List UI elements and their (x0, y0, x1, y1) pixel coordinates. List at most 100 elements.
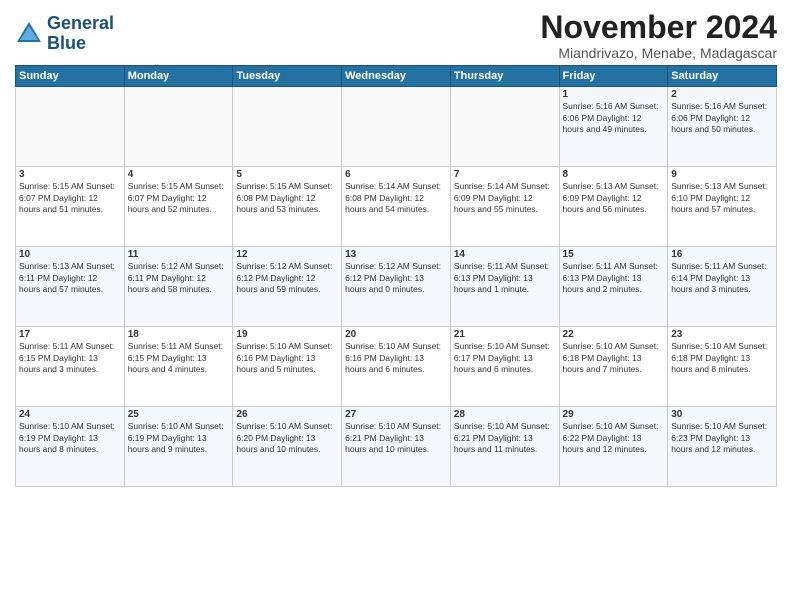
calendar-cell: 17Sunrise: 5:11 AM Sunset: 6:15 PM Dayli… (16, 327, 125, 407)
cell-info: Sunrise: 5:11 AM Sunset: 6:15 PM Dayligh… (19, 341, 121, 375)
calendar-cell: 22Sunrise: 5:10 AM Sunset: 6:18 PM Dayli… (559, 327, 668, 407)
page-container: General Blue November 2024 Miandrivazo, … (0, 0, 792, 497)
day-number: 9 (671, 169, 773, 180)
logo-icon (15, 20, 43, 48)
cell-info: Sunrise: 5:11 AM Sunset: 6:13 PM Dayligh… (454, 261, 556, 295)
cell-info: Sunrise: 5:11 AM Sunset: 6:13 PM Dayligh… (563, 261, 665, 295)
cell-info: Sunrise: 5:16 AM Sunset: 6:06 PM Dayligh… (563, 101, 665, 135)
calendar-cell: 9Sunrise: 5:13 AM Sunset: 6:10 PM Daylig… (668, 167, 777, 247)
cell-info: Sunrise: 5:13 AM Sunset: 6:11 PM Dayligh… (19, 261, 121, 295)
day-number: 15 (563, 249, 665, 260)
title-block: November 2024 Miandrivazo, Menabe, Madag… (540, 10, 777, 61)
cell-info: Sunrise: 5:10 AM Sunset: 6:21 PM Dayligh… (454, 421, 556, 455)
calendar-cell: 4Sunrise: 5:15 AM Sunset: 6:07 PM Daylig… (124, 167, 233, 247)
day-number: 13 (345, 249, 447, 260)
calendar-cell: 7Sunrise: 5:14 AM Sunset: 6:09 PM Daylig… (450, 167, 559, 247)
calendar-cell: 12Sunrise: 5:12 AM Sunset: 6:12 PM Dayli… (233, 247, 342, 327)
cell-info: Sunrise: 5:10 AM Sunset: 6:18 PM Dayligh… (671, 341, 773, 375)
day-number: 30 (671, 409, 773, 420)
weekday-header: Saturday (668, 66, 777, 87)
calendar-week-row: 17Sunrise: 5:11 AM Sunset: 6:15 PM Dayli… (16, 327, 777, 407)
calendar-cell (450, 87, 559, 167)
calendar-week-row: 1Sunrise: 5:16 AM Sunset: 6:06 PM Daylig… (16, 87, 777, 167)
day-number: 25 (128, 409, 230, 420)
calendar-cell: 3Sunrise: 5:15 AM Sunset: 6:07 PM Daylig… (16, 167, 125, 247)
calendar-week-row: 24Sunrise: 5:10 AM Sunset: 6:19 PM Dayli… (16, 407, 777, 487)
calendar-cell: 23Sunrise: 5:10 AM Sunset: 6:18 PM Dayli… (668, 327, 777, 407)
day-number: 4 (128, 169, 230, 180)
calendar-cell: 6Sunrise: 5:14 AM Sunset: 6:08 PM Daylig… (342, 167, 451, 247)
cell-info: Sunrise: 5:14 AM Sunset: 6:09 PM Dayligh… (454, 181, 556, 215)
cell-info: Sunrise: 5:10 AM Sunset: 6:20 PM Dayligh… (236, 421, 338, 455)
calendar-table: SundayMondayTuesdayWednesdayThursdayFrid… (15, 65, 777, 487)
day-number: 22 (563, 329, 665, 340)
day-number: 16 (671, 249, 773, 260)
cell-info: Sunrise: 5:15 AM Sunset: 6:07 PM Dayligh… (19, 181, 121, 215)
day-number: 8 (563, 169, 665, 180)
cell-info: Sunrise: 5:10 AM Sunset: 6:18 PM Dayligh… (563, 341, 665, 375)
calendar-cell: 25Sunrise: 5:10 AM Sunset: 6:19 PM Dayli… (124, 407, 233, 487)
cell-info: Sunrise: 5:10 AM Sunset: 6:23 PM Dayligh… (671, 421, 773, 455)
calendar-cell: 1Sunrise: 5:16 AM Sunset: 6:06 PM Daylig… (559, 87, 668, 167)
day-number: 6 (345, 169, 447, 180)
day-number: 19 (236, 329, 338, 340)
calendar-cell: 15Sunrise: 5:11 AM Sunset: 6:13 PM Dayli… (559, 247, 668, 327)
day-number: 28 (454, 409, 556, 420)
calendar-cell: 27Sunrise: 5:10 AM Sunset: 6:21 PM Dayli… (342, 407, 451, 487)
weekday-header: Monday (124, 66, 233, 87)
day-number: 24 (19, 409, 121, 420)
weekday-header: Thursday (450, 66, 559, 87)
calendar-cell: 10Sunrise: 5:13 AM Sunset: 6:11 PM Dayli… (16, 247, 125, 327)
cell-info: Sunrise: 5:10 AM Sunset: 6:17 PM Dayligh… (454, 341, 556, 375)
calendar-cell: 16Sunrise: 5:11 AM Sunset: 6:14 PM Dayli… (668, 247, 777, 327)
day-number: 14 (454, 249, 556, 260)
cell-info: Sunrise: 5:16 AM Sunset: 6:06 PM Dayligh… (671, 101, 773, 135)
calendar-cell: 28Sunrise: 5:10 AM Sunset: 6:21 PM Dayli… (450, 407, 559, 487)
cell-info: Sunrise: 5:12 AM Sunset: 6:11 PM Dayligh… (128, 261, 230, 295)
calendar-cell (16, 87, 125, 167)
calendar-cell: 14Sunrise: 5:11 AM Sunset: 6:13 PM Dayli… (450, 247, 559, 327)
calendar-cell: 2Sunrise: 5:16 AM Sunset: 6:06 PM Daylig… (668, 87, 777, 167)
day-number: 7 (454, 169, 556, 180)
day-number: 5 (236, 169, 338, 180)
day-number: 12 (236, 249, 338, 260)
weekday-header-row: SundayMondayTuesdayWednesdayThursdayFrid… (16, 66, 777, 87)
cell-info: Sunrise: 5:14 AM Sunset: 6:08 PM Dayligh… (345, 181, 447, 215)
day-number: 27 (345, 409, 447, 420)
cell-info: Sunrise: 5:15 AM Sunset: 6:07 PM Dayligh… (128, 181, 230, 215)
header: General Blue November 2024 Miandrivazo, … (15, 10, 777, 61)
day-number: 10 (19, 249, 121, 260)
day-number: 11 (128, 249, 230, 260)
cell-info: Sunrise: 5:10 AM Sunset: 6:22 PM Dayligh… (563, 421, 665, 455)
cell-info: Sunrise: 5:10 AM Sunset: 6:16 PM Dayligh… (345, 341, 447, 375)
cell-info: Sunrise: 5:15 AM Sunset: 6:08 PM Dayligh… (236, 181, 338, 215)
month-title: November 2024 (540, 10, 777, 45)
calendar-cell (233, 87, 342, 167)
cell-info: Sunrise: 5:11 AM Sunset: 6:15 PM Dayligh… (128, 341, 230, 375)
cell-info: Sunrise: 5:11 AM Sunset: 6:14 PM Dayligh… (671, 261, 773, 295)
day-number: 20 (345, 329, 447, 340)
cell-info: Sunrise: 5:10 AM Sunset: 6:19 PM Dayligh… (128, 421, 230, 455)
calendar-cell: 19Sunrise: 5:10 AM Sunset: 6:16 PM Dayli… (233, 327, 342, 407)
calendar-cell: 5Sunrise: 5:15 AM Sunset: 6:08 PM Daylig… (233, 167, 342, 247)
day-number: 1 (563, 89, 665, 100)
cell-info: Sunrise: 5:10 AM Sunset: 6:16 PM Dayligh… (236, 341, 338, 375)
calendar-cell: 26Sunrise: 5:10 AM Sunset: 6:20 PM Dayli… (233, 407, 342, 487)
logo: General Blue (15, 14, 114, 54)
cell-info: Sunrise: 5:13 AM Sunset: 6:10 PM Dayligh… (671, 181, 773, 215)
weekday-header: Wednesday (342, 66, 451, 87)
day-number: 18 (128, 329, 230, 340)
location-subtitle: Miandrivazo, Menabe, Madagascar (540, 45, 777, 61)
calendar-cell: 18Sunrise: 5:11 AM Sunset: 6:15 PM Dayli… (124, 327, 233, 407)
calendar-week-row: 3Sunrise: 5:15 AM Sunset: 6:07 PM Daylig… (16, 167, 777, 247)
weekday-header: Sunday (16, 66, 125, 87)
cell-info: Sunrise: 5:10 AM Sunset: 6:19 PM Dayligh… (19, 421, 121, 455)
cell-info: Sunrise: 5:13 AM Sunset: 6:09 PM Dayligh… (563, 181, 665, 215)
calendar-cell: 30Sunrise: 5:10 AM Sunset: 6:23 PM Dayli… (668, 407, 777, 487)
weekday-header: Tuesday (233, 66, 342, 87)
cell-info: Sunrise: 5:12 AM Sunset: 6:12 PM Dayligh… (236, 261, 338, 295)
day-number: 26 (236, 409, 338, 420)
day-number: 23 (671, 329, 773, 340)
calendar-cell: 11Sunrise: 5:12 AM Sunset: 6:11 PM Dayli… (124, 247, 233, 327)
calendar-cell: 8Sunrise: 5:13 AM Sunset: 6:09 PM Daylig… (559, 167, 668, 247)
